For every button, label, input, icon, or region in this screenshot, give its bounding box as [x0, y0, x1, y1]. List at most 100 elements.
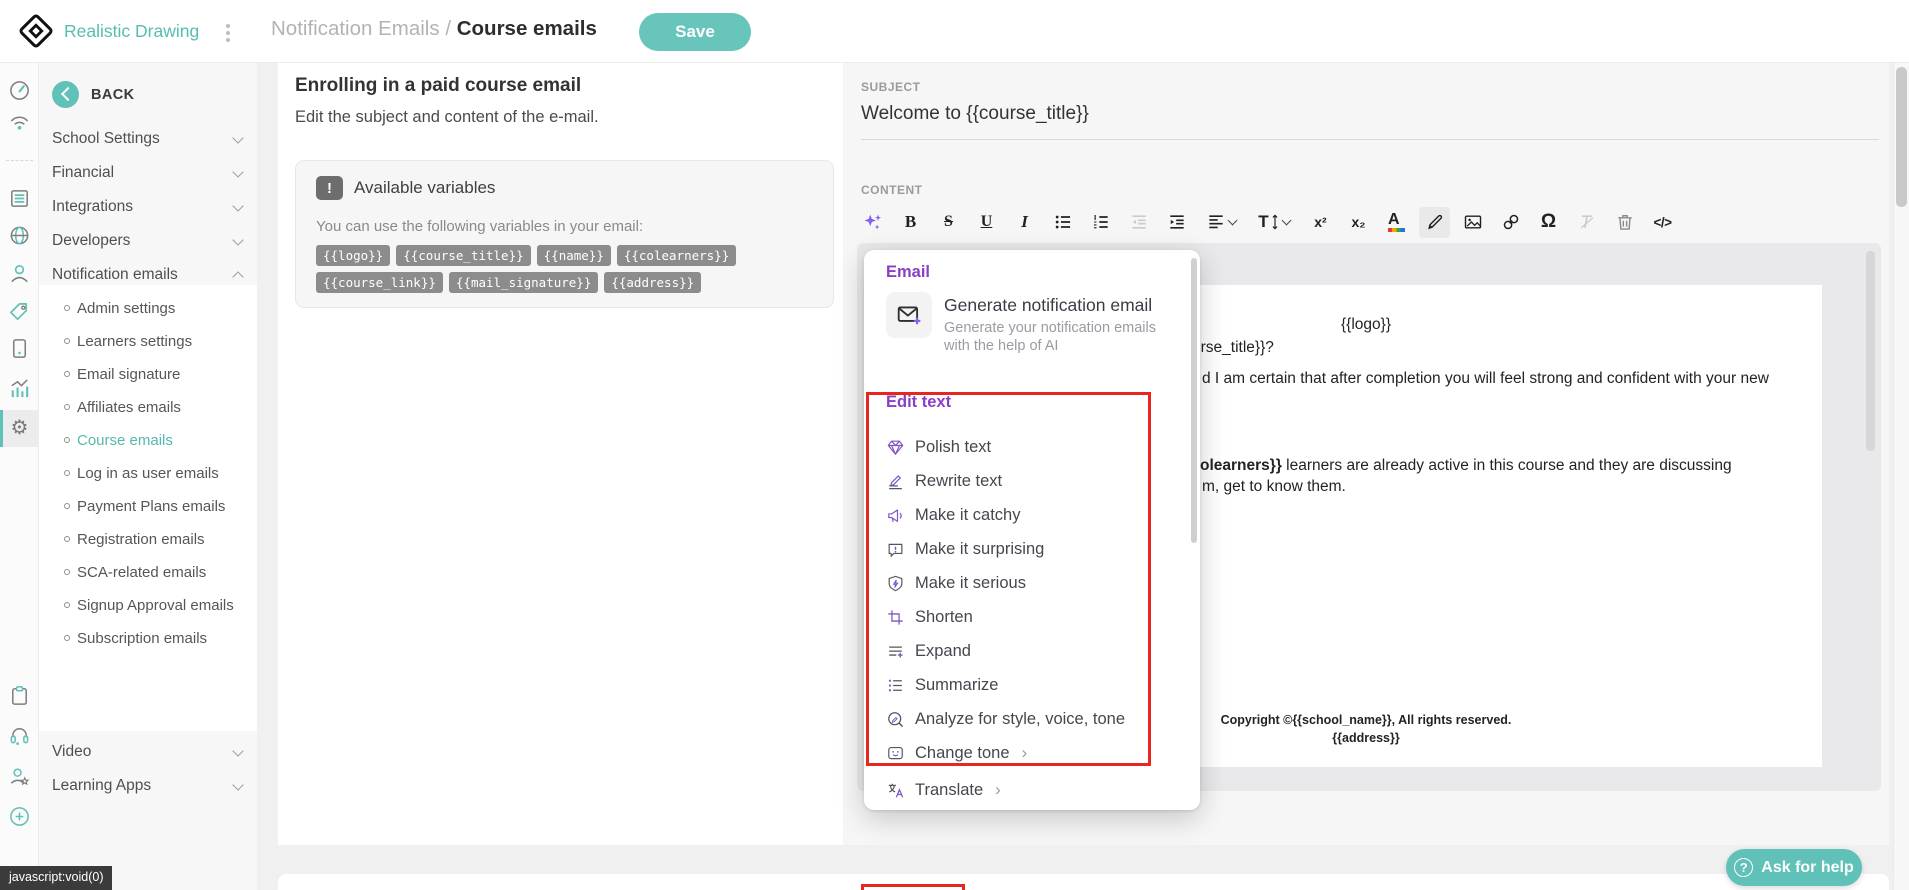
variable-chip[interactable]: {{course_title}} — [396, 245, 530, 266]
bullet-icon — [64, 437, 70, 443]
sidebar-item-developers[interactable]: Developers — [52, 229, 244, 253]
special-character-button[interactable]: Ω — [1533, 207, 1564, 238]
bold-button[interactable]: B — [895, 207, 926, 238]
variable-chip[interactable]: {{mail_signature}} — [449, 272, 598, 293]
menu-item-make-it-surprising[interactable]: Make it surprising — [886, 538, 1176, 560]
sidebar-item-notification-emails[interactable]: Notification emails — [52, 263, 244, 287]
sidebar-item-learning-apps[interactable]: Learning Apps — [52, 774, 244, 798]
subitem-admin-settings[interactable]: Admin settings — [39, 299, 257, 319]
bullet-list-button[interactable] — [1047, 207, 1078, 238]
variable-chip[interactable]: {{course_link}} — [316, 272, 443, 293]
megaphone-icon — [886, 506, 905, 525]
community-person-star-icon[interactable] — [8, 765, 31, 788]
superscript-button[interactable]: x² — [1305, 207, 1336, 238]
mobile-app-icon[interactable] — [8, 337, 31, 360]
chevron-down-icon — [232, 132, 243, 143]
italic-button[interactable]: I — [1009, 207, 1040, 238]
strikethrough-button[interactable]: S — [933, 207, 964, 238]
subject-input[interactable]: Welcome to {{course_title}} — [861, 103, 1089, 125]
menu-item-analyze[interactable]: Analyze for style, voice, tone — [886, 708, 1176, 730]
insert-image-button[interactable] — [1457, 207, 1488, 238]
menu-item-rewrite-text[interactable]: Rewrite text — [886, 470, 1176, 492]
subitem-signup-approval-emails[interactable]: Signup Approval emails — [39, 596, 257, 616]
underline-button[interactable]: U — [971, 207, 1002, 238]
tag-marketing-icon[interactable] — [8, 301, 31, 324]
subitem-course-emails[interactable]: Course emails — [39, 431, 257, 451]
variable-chip[interactable]: {{name}} — [537, 245, 611, 266]
subitem-affiliates-emails[interactable]: Affiliates emails — [39, 398, 257, 418]
subitem-learners-settings[interactable]: Learners settings — [39, 332, 257, 352]
sidebar-item-financial[interactable]: Financial — [52, 161, 244, 185]
variable-chip[interactable]: {{logo}} — [316, 245, 390, 266]
menu-item-summarize[interactable]: Summarize — [886, 674, 1176, 696]
settings-gear-icon[interactable]: ⚙ — [8, 417, 31, 440]
analytics-icon[interactable] — [8, 377, 31, 400]
subitem-registration-emails[interactable]: Registration emails — [39, 530, 257, 550]
rail-divider — [6, 160, 33, 161]
variable-chip[interactable]: {{address}} — [604, 272, 701, 293]
page-scrollbar-thumb[interactable] — [1896, 67, 1907, 207]
subject-underline — [861, 139, 1879, 140]
app-header: Realistic Drawing Notification Emails / … — [0, 0, 1909, 63]
sidebar-item-integrations[interactable]: Integrations — [52, 195, 244, 219]
page-scrollbar[interactable] — [1893, 63, 1909, 890]
menu-item-translate[interactable]: Translate › — [886, 779, 1176, 801]
indent-button[interactable] — [1161, 207, 1192, 238]
chevron-up-icon — [232, 271, 243, 282]
menu-scrollbar-thumb[interactable] — [1191, 258, 1197, 543]
menu-item-polish-text[interactable]: Polish text — [886, 436, 1176, 458]
menu-item-expand[interactable]: Expand — [886, 640, 1176, 662]
generate-notification-email-item[interactable]: Generate notification email Generate you… — [886, 292, 1176, 355]
translate-icon — [886, 781, 905, 800]
editor-toolbar: B S U I T x² x₂ A — [857, 203, 1881, 241]
subitem-sca-related-emails[interactable]: SCA-related emails — [39, 563, 257, 583]
variable-chip[interactable]: {{colearners}} — [617, 245, 736, 266]
notification-emails-submenu: Admin settings Learners settings Email s… — [39, 285, 257, 731]
school-name[interactable]: Realistic Drawing — [64, 21, 199, 42]
subitem-payment-plans-emails[interactable]: Payment Plans emails — [39, 497, 257, 517]
kebab-menu-icon[interactable] — [226, 24, 230, 28]
users-icon[interactable] — [8, 262, 31, 285]
chevron-down-icon — [232, 200, 243, 211]
menu-section-email: Email — [886, 263, 930, 282]
bullet-icon — [64, 470, 70, 476]
gem-icon — [886, 438, 905, 457]
templates-clipboard-icon[interactable] — [8, 684, 31, 707]
exclamation-bubble-icon — [886, 540, 905, 559]
editor-scrollbar-thumb[interactable] — [1866, 251, 1875, 451]
numbered-list-button[interactable] — [1085, 207, 1116, 238]
delete-trash-button[interactable] — [1609, 207, 1640, 238]
sidebar-item-video[interactable]: Video — [52, 740, 244, 764]
signal-wifi-icon[interactable] — [8, 111, 31, 134]
font-color-button[interactable]: A — [1381, 207, 1412, 238]
app-logo-icon[interactable] — [17, 12, 55, 50]
subitem-subscription-emails[interactable]: Subscription emails — [39, 629, 257, 649]
bullet-icon — [64, 371, 70, 377]
menu-item-make-it-catchy[interactable]: Make it catchy — [886, 504, 1176, 526]
breadcrumb-parent[interactable]: Notification Emails — [271, 17, 440, 40]
ask-for-help-button[interactable]: ? Ask for help — [1726, 849, 1862, 886]
menu-item-make-it-serious[interactable]: Make it serious — [886, 572, 1176, 594]
site-globe-icon[interactable] — [8, 224, 31, 247]
align-button[interactable] — [1199, 207, 1243, 238]
insert-link-button[interactable] — [1495, 207, 1526, 238]
source-code-button[interactable]: </> — [1647, 207, 1678, 238]
dashboard-gauge-icon[interactable] — [8, 79, 31, 102]
menu-item-shorten[interactable]: Shorten — [886, 606, 1176, 628]
support-headset-icon[interactable] — [8, 724, 31, 747]
text-size-button[interactable]: T — [1250, 207, 1298, 238]
create-plus-icon[interactable] — [8, 805, 31, 828]
highlight-pen-button[interactable] — [1419, 207, 1450, 238]
outdent-button[interactable] — [1123, 207, 1154, 238]
news-feed-icon[interactable] — [8, 187, 31, 210]
email-paragraph-fragment: d I am certain that after completion you… — [1202, 370, 1769, 388]
ai-sparkles-button[interactable] — [857, 207, 888, 238]
back-button[interactable]: BACK — [52, 81, 135, 108]
subitem-email-signature[interactable]: Email signature — [39, 365, 257, 385]
subscript-button[interactable]: x₂ — [1343, 207, 1374, 238]
subitem-login-as-user-emails[interactable]: Log in as user emails — [39, 464, 257, 484]
save-button[interactable]: Save — [639, 13, 751, 51]
clear-formatting-button[interactable] — [1571, 207, 1602, 238]
sidebar-item-school-settings[interactable]: School Settings — [52, 127, 244, 151]
menu-item-change-tone[interactable]: Change tone › — [886, 742, 1176, 764]
